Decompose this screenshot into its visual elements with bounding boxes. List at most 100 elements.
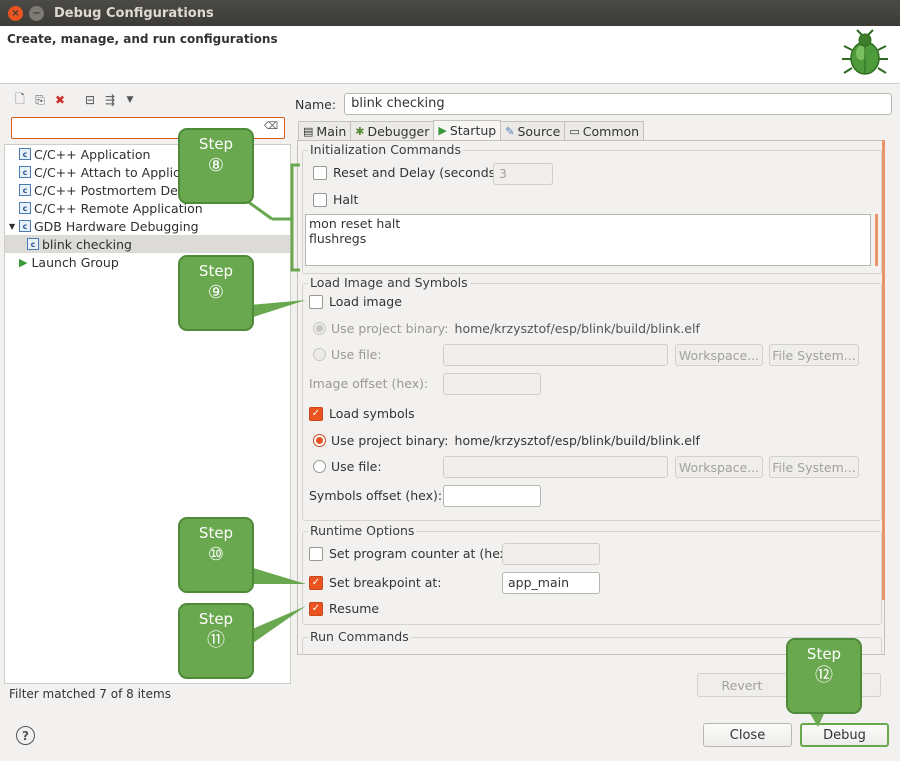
config-tabs: ▤ Main ✱ Debugger ▶ Startup ✎ Source ▭ Common [298, 120, 645, 140]
delete-icon[interactable]: ✖ [52, 92, 68, 108]
launch-group-icon: ▶ [19, 255, 28, 269]
new-configuration-icon[interactable]: 🗋 [12, 92, 28, 108]
image-use-file-row: Use file: [313, 347, 382, 362]
init-commands-group: Initialization Commands Reset and Delay … [302, 142, 882, 274]
tab-common[interactable]: ▭ Common [564, 121, 645, 140]
window-title: Debug Configurations [54, 5, 214, 21]
configuration-editor: Name: blink checking ▤ Main ✱ Debugger ▶ St… [295, 88, 900, 708]
group-title: Load Image and Symbols [308, 275, 470, 290]
resume-row: ✓ Resume [309, 601, 379, 616]
load-image-label: Load image [329, 294, 402, 309]
image-workspace-button[interactable]: Workspace... [675, 344, 763, 366]
title-bar: × − Debug Configurations [0, 0, 900, 26]
halt-checkbox[interactable] [313, 192, 327, 207]
collapse-all-icon[interactable]: ⊟ [82, 92, 98, 108]
clear-filter-icon[interactable]: ⌫ [264, 121, 278, 132]
image-filesystem-button[interactable]: File System... [769, 344, 859, 366]
left-toolbar: 🗋 ⎘ ✖ ⊟ ⇶ ▼ [4, 88, 291, 112]
expand-arrow-icon[interactable]: ▼ [9, 222, 19, 231]
image-use-file-radio[interactable] [313, 348, 326, 361]
revert-button[interactable]: Revert [697, 673, 787, 697]
textarea-scroll-indicator [875, 214, 878, 266]
image-use-project-label: Use project binary: [331, 321, 449, 336]
callout-label: Step [198, 524, 234, 542]
image-use-project-radio[interactable] [313, 322, 326, 335]
close-button[interactable]: Close [703, 723, 792, 747]
tree-item-label: C/C++ Application [34, 146, 151, 162]
callout-number: ⑫ [815, 665, 833, 686]
filter-icon[interactable]: ⇶ [102, 92, 118, 108]
step-11-callout: Step ⑪ [178, 603, 254, 679]
symbols-offset-input[interactable] [443, 485, 541, 507]
callout-number: ⑩ [207, 544, 225, 565]
callout-number: ⑨ [207, 282, 225, 303]
set-pc-checkbox[interactable] [309, 546, 323, 561]
set-breakpoint-input[interactable]: app_main [502, 572, 600, 594]
symbols-project-path: home/krzysztof/esp/blink/build/blink.elf [454, 433, 700, 448]
symbols-file-input[interactable] [443, 456, 668, 478]
set-breakpoint-checkbox[interactable]: ✓ [309, 575, 323, 590]
debug-bug-icon [842, 29, 888, 75]
tree-item-gdb-hardware[interactable]: ▼ c GDB Hardware Debugging [5, 217, 290, 235]
main-tab-icon: ▤ [303, 124, 314, 138]
tab-source[interactable]: ✎ Source [500, 121, 566, 140]
tree-item-blink-checking[interactable]: c blink checking [5, 235, 290, 253]
reset-delay-input[interactable]: 3 [493, 163, 553, 185]
set-breakpoint-row: ✓ Set breakpoint at: [309, 575, 442, 590]
debug-button[interactable]: Debug [800, 723, 889, 747]
image-use-project-row: Use project binary: home/krzysztof/esp/b… [313, 321, 700, 336]
load-image-group: Load Image and Symbols Load image Use pr… [302, 275, 882, 521]
source-tab-icon: ✎ [505, 124, 515, 138]
callout-label: Step [198, 135, 234, 153]
symbols-use-file-label: Use file: [331, 459, 382, 474]
step-9-callout: Step ⑨ [178, 255, 254, 331]
symbols-use-file-radio[interactable] [313, 460, 326, 473]
minimize-window-icon[interactable]: − [29, 5, 44, 21]
name-label: Name: [295, 96, 337, 112]
c-config-icon: c [19, 184, 31, 196]
tree-item-label: GDB Hardware Debugging [34, 218, 199, 234]
tab-label: Main [316, 123, 347, 139]
symbols-workspace-button[interactable]: Workspace... [675, 456, 763, 478]
tree-item-label: blink checking [42, 236, 132, 252]
tab-label: Startup [449, 123, 497, 138]
load-symbols-checkbox[interactable]: ✓ [309, 406, 323, 421]
panel-scrollbar[interactable] [882, 140, 885, 600]
tab-startup[interactable]: ▶ Startup [433, 120, 502, 140]
close-window-icon[interactable]: × [8, 5, 23, 21]
tab-label: Common [582, 123, 640, 139]
tree-item-label: C/C++ Remote Application [34, 200, 203, 216]
symbols-offset-row: Symbols offset (hex): [309, 488, 442, 503]
callout-label: Step [198, 610, 234, 628]
reset-delay-checkbox[interactable] [313, 165, 327, 180]
symbols-use-project-label: Use project binary: [331, 433, 449, 448]
startup-tab-icon: ▶ [438, 124, 447, 137]
common-tab-icon: ▭ [569, 124, 580, 138]
init-commands-textarea[interactable]: mon reset halt flushregs [305, 214, 871, 266]
tab-main[interactable]: ▤ Main [298, 121, 352, 140]
load-symbols-label: Load symbols [329, 406, 415, 421]
duplicate-icon[interactable]: ⎘ [32, 92, 48, 108]
tab-debugger[interactable]: ✱ Debugger [350, 121, 435, 140]
image-file-input[interactable] [443, 344, 668, 366]
load-image-checkbox[interactable] [309, 294, 323, 309]
c-config-icon: c [27, 238, 39, 250]
c-config-icon: c [19, 148, 31, 160]
group-title: Initialization Commands [308, 142, 463, 157]
symbols-filesystem-button[interactable]: File System... [769, 456, 859, 478]
image-offset-input[interactable] [443, 373, 541, 395]
reset-delay-row: Reset and Delay (seconds): [313, 165, 504, 180]
step-8-callout: Step ⑧ [178, 128, 254, 204]
image-offset-label: Image offset (hex): [309, 376, 429, 391]
symbols-use-project-radio[interactable] [313, 434, 326, 447]
halt-row: Halt [313, 192, 358, 207]
resume-label: Resume [329, 601, 380, 616]
resume-checkbox[interactable]: ✓ [309, 601, 323, 616]
runtime-options-group: Runtime Options Set program counter at (… [302, 523, 882, 625]
name-input[interactable]: blink checking [344, 93, 893, 115]
set-pc-input[interactable] [502, 543, 600, 565]
name-row: Name: blink checking [295, 93, 893, 115]
load-symbols-row: ✓ Load symbols [309, 406, 415, 421]
help-icon[interactable]: ? [16, 726, 35, 745]
dropdown-icon[interactable]: ▼ [122, 92, 138, 108]
